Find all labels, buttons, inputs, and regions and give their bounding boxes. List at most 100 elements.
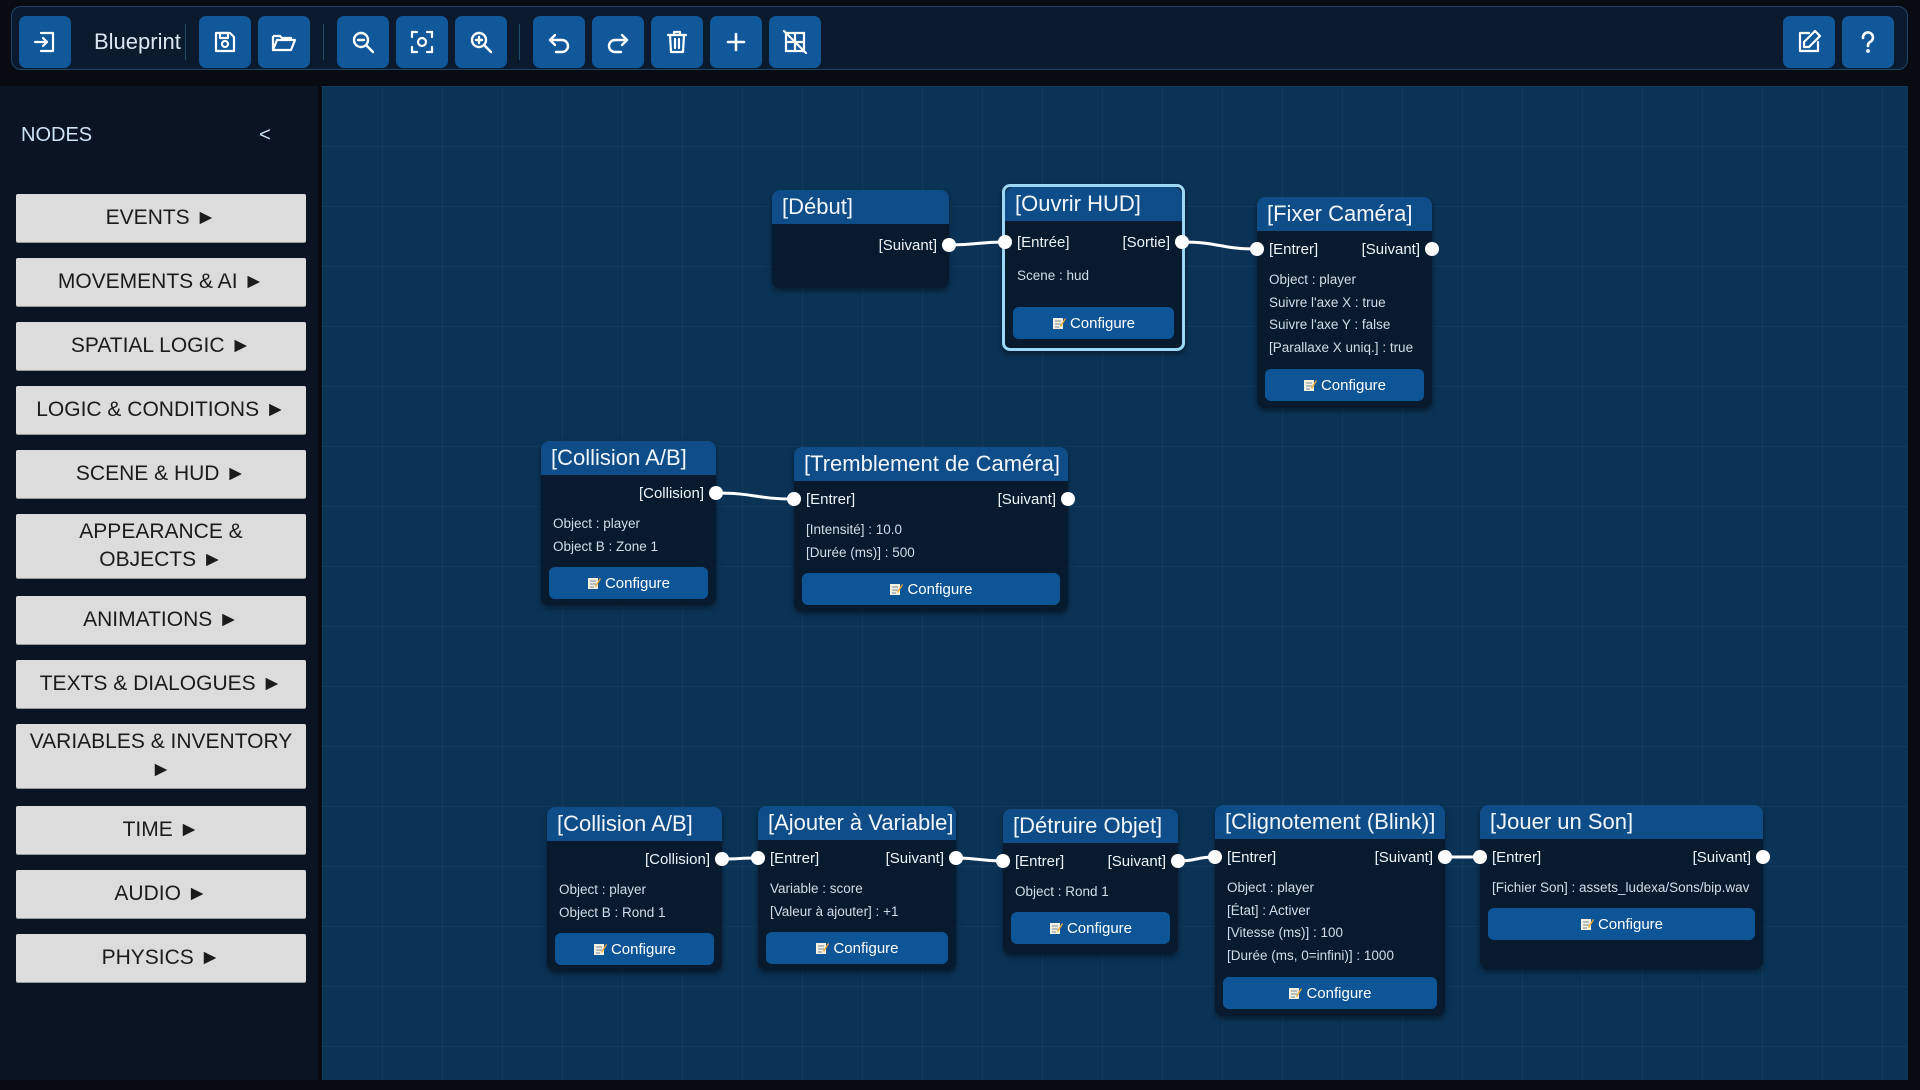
category-logic-conditions[interactable]: LOGIC & CONDITIONS ► bbox=[16, 386, 306, 434]
node-detruire-objet[interactable]: [Détruire Objet] [Entrer] [Suivant] Obje… bbox=[996, 809, 1185, 954]
category-events[interactable]: EVENTS ► bbox=[16, 194, 306, 242]
collapse-sidebar-button[interactable]: < bbox=[255, 124, 275, 147]
node-fixer-camera[interactable]: [Fixer Caméra] [Entrer] [Suivant] Object… bbox=[1250, 197, 1439, 408]
input-port[interactable] bbox=[996, 854, 1010, 868]
node-field: [Parallaxe X uniq.] : true bbox=[1269, 339, 1414, 355]
wire-connection[interactable] bbox=[948, 240, 1006, 247]
help-button[interactable] bbox=[1842, 16, 1894, 68]
toolbar-separator bbox=[185, 24, 186, 60]
category-physics[interactable]: PHYSICS ► bbox=[16, 934, 306, 982]
memo-pencil-icon bbox=[1049, 921, 1063, 935]
category-scene-hud[interactable]: SCENE & HUD ► bbox=[16, 450, 306, 498]
category-animations[interactable]: ANIMATIONS ► bbox=[16, 596, 306, 644]
node-field: [Valeur à ajouter] : +1 bbox=[770, 903, 899, 919]
category-movements-ai[interactable]: MOVEMENTS & AI ► bbox=[16, 258, 306, 306]
configure-label: Configure bbox=[1069, 314, 1136, 332]
toolbar-separator bbox=[519, 24, 520, 60]
category-variables-inventory[interactable]: VARIABLES & INVENTORY ► bbox=[16, 724, 306, 788]
configure-button[interactable]: Configure bbox=[1013, 307, 1174, 339]
input-port[interactable] bbox=[998, 235, 1012, 249]
category-texts-dialogues[interactable]: TEXTS & DIALOGUES ► bbox=[16, 660, 306, 708]
memo-pencil-icon bbox=[593, 942, 607, 956]
node-debut[interactable]: [Début] [Suivant] bbox=[772, 190, 956, 288]
node-output-port-label: [Suivant] bbox=[1361, 241, 1420, 258]
output-port[interactable] bbox=[1175, 235, 1189, 249]
zoom-out-button[interactable] bbox=[337, 16, 389, 68]
configure-button[interactable]: Configure bbox=[802, 573, 1060, 605]
output-port[interactable] bbox=[1061, 492, 1075, 506]
output-port[interactable] bbox=[715, 852, 729, 866]
plus-icon bbox=[726, 32, 746, 52]
node-field: Object : player bbox=[1227, 880, 1315, 895]
node-output-port-label: [Suivant] bbox=[885, 850, 944, 867]
trash-icon bbox=[666, 30, 688, 54]
node-tremblement-camera[interactable]: [Tremblement de Caméra] [Entrer] [Suivan… bbox=[787, 447, 1075, 611]
output-port[interactable] bbox=[949, 851, 963, 865]
add-button[interactable] bbox=[710, 16, 762, 68]
output-port[interactable] bbox=[1425, 242, 1439, 256]
output-port[interactable] bbox=[1756, 850, 1770, 864]
input-port[interactable] bbox=[751, 851, 765, 865]
node-title: [Collision A/B] bbox=[541, 441, 716, 475]
toggle-grid-button[interactable] bbox=[769, 16, 821, 68]
configure-label: Configure bbox=[604, 574, 671, 592]
output-port[interactable] bbox=[942, 238, 956, 252]
configure-button[interactable]: Configure bbox=[1223, 977, 1437, 1009]
input-port[interactable] bbox=[787, 492, 801, 506]
undo-button[interactable] bbox=[533, 16, 585, 68]
node-fields: Scene : hud bbox=[1017, 265, 1176, 288]
node-ajouter-variable[interactable]: [Ajouter à Variable] [Entrer] [Suivant] … bbox=[751, 806, 963, 970]
node-field: Object : player bbox=[553, 516, 641, 531]
fit-view-button[interactable] bbox=[396, 16, 448, 68]
wire-connection[interactable] bbox=[1181, 240, 1258, 251]
help-icon bbox=[1861, 31, 1875, 53]
configure-button[interactable]: Configure bbox=[555, 933, 714, 965]
node-ouvrir-hud[interactable]: [Ouvrir HUD] [Entrée] [Sortie] Scene : h… bbox=[998, 184, 1189, 351]
configure-button[interactable]: Configure bbox=[1011, 912, 1170, 944]
node-title: [Tremblement de Caméra] bbox=[794, 447, 1068, 481]
output-port[interactable] bbox=[709, 486, 723, 500]
node-output-port-label: [Suivant] bbox=[1107, 853, 1166, 870]
node-title: [Début] bbox=[772, 190, 949, 224]
zoom-in-button[interactable] bbox=[455, 16, 507, 68]
category-time[interactable]: TIME ► bbox=[16, 806, 306, 854]
save-button[interactable] bbox=[199, 16, 251, 68]
input-port[interactable] bbox=[1250, 242, 1264, 256]
node-collision-ab[interactable]: [Collision A/B] [Collision] Object : pla… bbox=[541, 441, 723, 605]
input-port[interactable] bbox=[1208, 850, 1222, 864]
category-spatial-logic[interactable]: SPATIAL LOGIC ► bbox=[16, 322, 306, 370]
redo-icon bbox=[607, 33, 629, 54]
node-fields: [Intensité] : 10.0 [Durée (ms)] : 500 bbox=[806, 519, 1062, 564]
input-port[interactable] bbox=[1473, 850, 1487, 864]
category-appearance-objects[interactable]: APPEARANCE & OBJECTS ► bbox=[16, 514, 306, 578]
wire-connection[interactable] bbox=[715, 491, 795, 501]
blueprint-canvas[interactable]: [Début] [Suivant] [Ouvrir HUD] [Entrée] … bbox=[322, 86, 1908, 1080]
configure-label: Configure bbox=[1597, 915, 1664, 933]
configure-label: Configure bbox=[907, 580, 973, 598]
memo-pencil-icon bbox=[889, 582, 904, 596]
exit-button[interactable] bbox=[19, 16, 71, 68]
memo-pencil-icon bbox=[1303, 378, 1317, 392]
output-port[interactable] bbox=[1171, 854, 1185, 868]
configure-button[interactable]: Configure bbox=[1265, 369, 1424, 401]
node-field: Object B : Zone 1 bbox=[553, 538, 659, 554]
fit-view-icon bbox=[410, 30, 434, 54]
save-icon bbox=[214, 31, 236, 53]
open-button[interactable] bbox=[258, 16, 310, 68]
redo-button[interactable] bbox=[592, 16, 644, 68]
delete-button[interactable] bbox=[651, 16, 703, 68]
configure-button[interactable]: Configure bbox=[549, 567, 708, 599]
node-title: [Ouvrir HUD] bbox=[1005, 187, 1182, 221]
exit-icon bbox=[33, 31, 55, 53]
configure-button[interactable]: Configure bbox=[766, 932, 948, 964]
node-collision-ab[interactable]: [Collision A/B] [Collision] Object : pla… bbox=[547, 807, 729, 971]
configure-button[interactable]: Configure bbox=[1488, 908, 1755, 940]
app-title: Blueprint bbox=[94, 29, 181, 54]
output-port[interactable] bbox=[1438, 850, 1452, 864]
edit-button[interactable] bbox=[1783, 16, 1835, 68]
sidebar-title: NODES bbox=[21, 124, 93, 146]
category-audio[interactable]: AUDIO ► bbox=[16, 870, 306, 918]
node-clignotement-blink[interactable]: [Clignotement (Blink)] [Entrer] [Suivant… bbox=[1208, 805, 1452, 1016]
node-jouer-son[interactable]: [Jouer un Son] [Entrer] [Suivant] [Fichi… bbox=[1473, 805, 1770, 969]
node-output-port-label: [Suivant] bbox=[1374, 849, 1433, 866]
